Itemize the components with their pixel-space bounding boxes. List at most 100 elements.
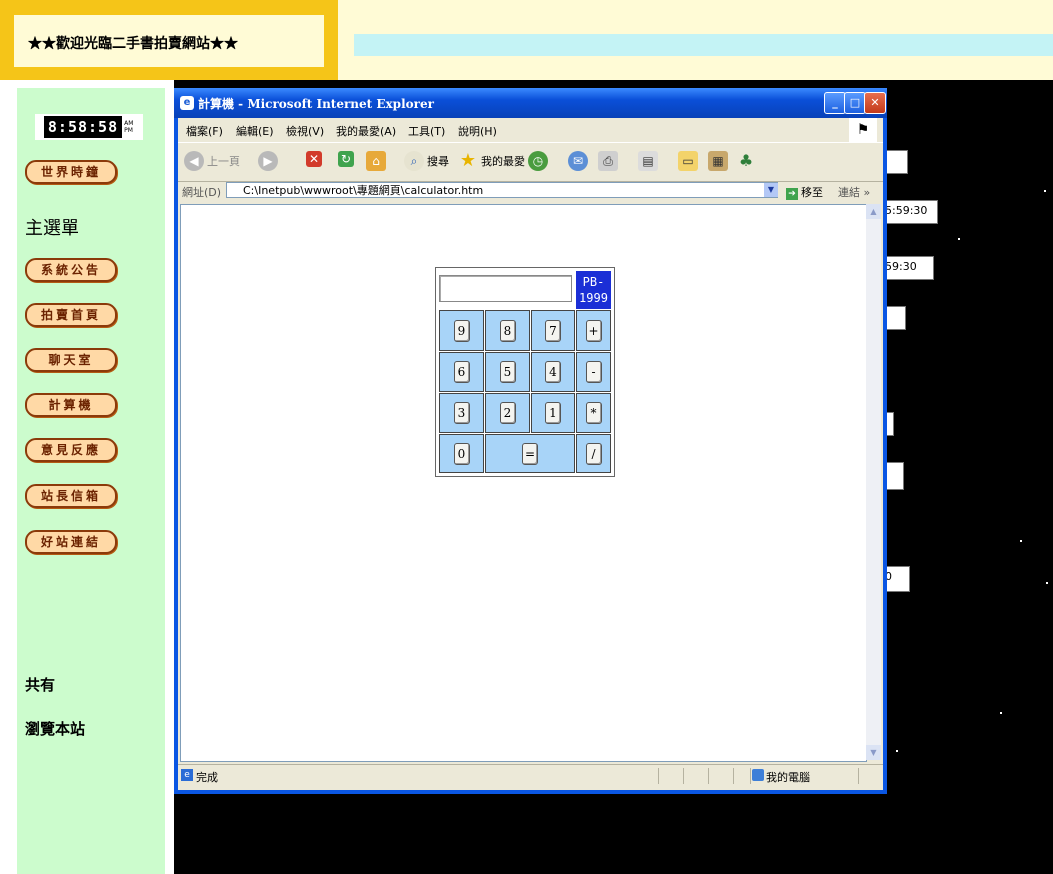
- mail-button[interactable]: ✉: [568, 151, 591, 171]
- menu-item-auction-home[interactable]: 拍賣首頁: [25, 303, 117, 327]
- menu-help[interactable]: 說明(H): [458, 123, 497, 139]
- calculator-brand-number: 1999: [579, 291, 608, 305]
- calc-cell: 4: [531, 352, 575, 392]
- maximize-icon[interactable]: □: [844, 92, 866, 114]
- links-button[interactable]: 連結 »: [838, 184, 870, 200]
- background-field[interactable]: 59:30: [884, 256, 934, 280]
- background-field[interactable]: 0: [884, 566, 910, 592]
- research-button[interactable]: ▦: [708, 151, 731, 171]
- research-icon: ▦: [708, 151, 728, 171]
- menu-file[interactable]: 檔案(F): [186, 123, 223, 139]
- calc-key-1[interactable]: 1: [545, 402, 561, 424]
- stop-button[interactable]: ✕: [306, 151, 325, 167]
- menu-tools[interactable]: 工具(T): [408, 123, 445, 139]
- menu-favorites[interactable]: 我的最愛(A): [336, 123, 396, 139]
- calc-key-equals[interactable]: =: [522, 442, 538, 465]
- calc-cell: -: [576, 352, 611, 392]
- header-title-box: ★★歡迎光臨二手書拍賣網站★★: [14, 15, 324, 67]
- calc-key-0[interactable]: 0: [453, 442, 470, 465]
- calc-cell: 0: [439, 434, 484, 473]
- menu-item-feedback[interactable]: 意見反應: [25, 438, 117, 462]
- address-field[interactable]: C:\Inetpub\wwwroot\專題網頁\calculator.htm: [226, 182, 778, 198]
- calc-key-8[interactable]: 8: [499, 319, 516, 342]
- edit-button[interactable]: ▤: [638, 151, 661, 171]
- digital-clock: 8:58:58 AM PM: [35, 114, 143, 140]
- background-field[interactable]: 5:59:30: [884, 200, 938, 224]
- sidebar: 8:58:58 AM PM 世界時鐘 主選單 系統公告 拍賣首頁 聊天室 計算機…: [0, 80, 174, 874]
- print-button[interactable]: ⎙: [598, 151, 621, 171]
- menu-view[interactable]: 檢視(V): [286, 123, 324, 139]
- menu-item-links[interactable]: 好站連結: [25, 530, 117, 554]
- calc-cell: 2: [485, 393, 530, 433]
- status-bar: e 完成 我的電腦: [178, 764, 883, 787]
- security-zone: 我的電腦: [766, 771, 810, 784]
- menu-item-calculator[interactable]: 計算機: [25, 393, 117, 417]
- vertical-scrollbar[interactable]: ▲ ▼: [866, 204, 881, 760]
- calc-cell: 1: [531, 393, 575, 433]
- calc-cell: 9: [439, 310, 484, 351]
- scroll-down-icon[interactable]: ▼: [866, 745, 881, 760]
- favorites-button[interactable]: ★ 我的最愛: [458, 151, 525, 171]
- menu-edit[interactable]: 編輯(E): [236, 123, 274, 139]
- calc-key-2[interactable]: 2: [499, 402, 516, 424]
- chevron-down-icon[interactable]: ▼: [764, 183, 778, 197]
- calc-key-divide[interactable]: /: [585, 442, 602, 465]
- background-field[interactable]: [884, 462, 904, 490]
- address-label: 網址(D): [182, 186, 222, 199]
- calc-key-4[interactable]: 4: [545, 361, 561, 383]
- ie-app-icon: e: [180, 96, 194, 110]
- forward-arrow-icon: ▶: [258, 151, 278, 171]
- scroll-up-icon[interactable]: ▲: [866, 204, 881, 219]
- history-icon: ◷: [528, 151, 548, 171]
- window-titlebar[interactable]: e 計算機 - Microsoft Internet Explorer _ □ …: [174, 88, 887, 118]
- forward-button[interactable]: ▶: [258, 151, 281, 171]
- site-title: ★★歡迎光臨二手書拍賣網站★★: [28, 36, 238, 52]
- address-value: C:\Inetpub\wwwroot\專題網頁\calculator.htm: [243, 184, 484, 197]
- calc-cell: /: [576, 434, 611, 473]
- close-icon[interactable]: ✕: [864, 92, 886, 114]
- go-arrow-icon: ➔: [786, 188, 798, 200]
- menu-heading: 主選單: [25, 218, 79, 239]
- calc-key-5[interactable]: 5: [499, 361, 516, 383]
- menu-item-webmaster-mail[interactable]: 站長信箱: [25, 484, 117, 508]
- menu-item-chatroom[interactable]: 聊天室: [25, 348, 117, 372]
- refresh-icon: ↻: [338, 151, 354, 167]
- home-button[interactable]: ⌂: [366, 151, 389, 171]
- calculator-display[interactable]: [439, 275, 572, 302]
- window-title: 計算機 - Microsoft Internet Explorer: [198, 97, 434, 111]
- background-field[interactable]: [884, 150, 908, 174]
- calc-key-multiply[interactable]: *: [585, 402, 602, 424]
- calc-key-9[interactable]: 9: [453, 319, 470, 342]
- links-label: 連結: [838, 186, 860, 199]
- go-button[interactable]: ➔ 移至: [786, 184, 823, 200]
- mail-icon: ✉: [568, 151, 588, 171]
- calc-key-minus[interactable]: -: [585, 361, 602, 383]
- minimize-icon[interactable]: _: [824, 92, 846, 114]
- calc-key-3[interactable]: 3: [453, 402, 470, 424]
- background-field[interactable]: [884, 306, 906, 330]
- total-label: 共有: [25, 676, 56, 694]
- calc-cell: +: [576, 310, 611, 351]
- home-icon: ⌂: [366, 151, 386, 171]
- world-clock-button[interactable]: 世界時鐘: [25, 160, 117, 184]
- calculator: PB- 1999 9 8 7 + 6 5 4 - 3 2 1 * 0 = /: [435, 267, 615, 477]
- ie-window: e 計算機 - Microsoft Internet Explorer _ □ …: [174, 88, 887, 794]
- header-right: [338, 0, 1053, 80]
- history-button[interactable]: ◷: [528, 151, 551, 171]
- calc-key-6[interactable]: 6: [453, 361, 470, 383]
- computer-icon: [752, 769, 764, 781]
- discuss-button[interactable]: ▭: [678, 151, 701, 171]
- page-done-icon: e: [181, 769, 193, 781]
- refresh-button[interactable]: ↻: [338, 151, 357, 167]
- star-icon: ★: [459, 150, 477, 171]
- ie-client: 檔案(F) 編輯(E) 檢視(V) 我的最愛(A) 工具(T) 說明(H) ⚑ …: [178, 118, 883, 790]
- back-button[interactable]: ◀ 上一頁: [184, 151, 240, 171]
- sidebar-panel: 8:58:58 AM PM 世界時鐘 主選單 系統公告 拍賣首頁 聊天室 計算機…: [17, 88, 165, 874]
- menu-item-announcements[interactable]: 系統公告: [25, 258, 117, 282]
- calc-key-plus[interactable]: +: [585, 319, 602, 342]
- print-icon: ⎙: [598, 151, 618, 171]
- messenger-button[interactable]: ♣: [736, 151, 759, 171]
- search-icon: ⌕: [404, 151, 424, 171]
- calc-key-7[interactable]: 7: [545, 319, 561, 342]
- search-button[interactable]: ⌕ 搜尋: [404, 151, 449, 171]
